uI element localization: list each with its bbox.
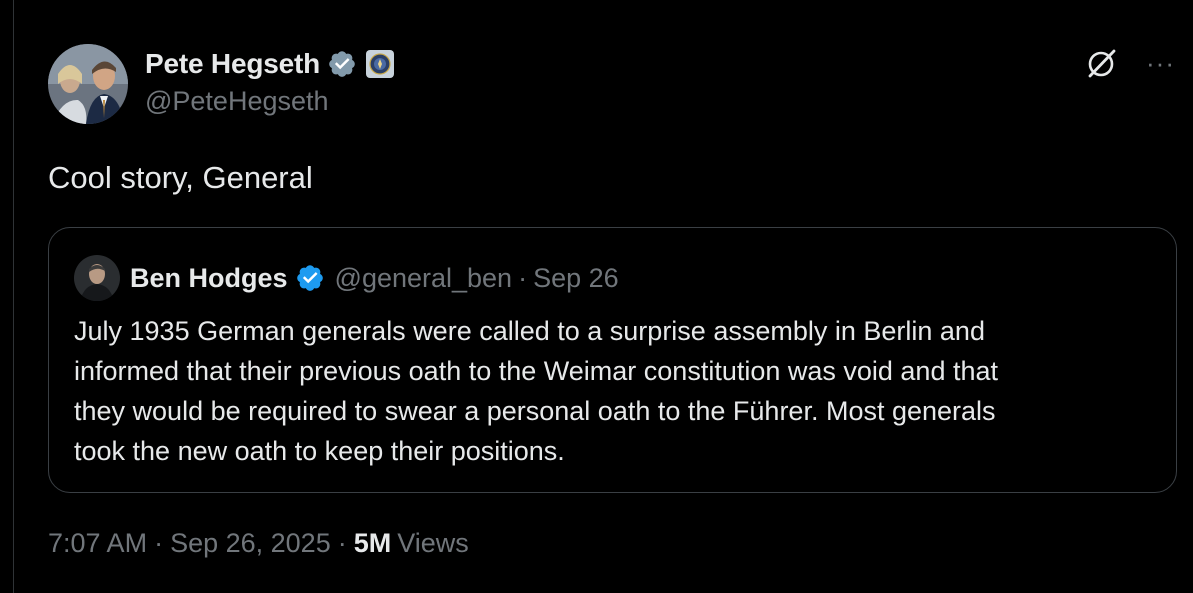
more-options-icon[interactable]: ··· (1146, 50, 1175, 76)
tweet-date[interactable]: Sep 26, 2025 (170, 528, 331, 559)
quoted-text-line: took the new oath to keep their position… (74, 436, 565, 466)
tweet-text: Cool story, General (48, 160, 313, 195)
quoted-tweet-card[interactable]: Ben Hodges @general_ben · Sep 26 July 19… (48, 227, 1177, 493)
dod-seal-icon[interactable] (366, 50, 394, 78)
meta-separator: · (337, 528, 347, 558)
views-label: Views (397, 528, 469, 558)
quoted-author-avatar[interactable] (74, 255, 120, 301)
author-handle[interactable]: @PeteHegseth (145, 86, 394, 117)
verified-badge-icon[interactable] (295, 263, 325, 293)
quoted-tweet-date[interactable]: Sep 26 (533, 263, 619, 294)
quoted-tweet-text: July 1935 German generals were called to… (74, 311, 1164, 471)
quoted-tweet-header: Ben Hodges @general_ben · Sep 26 (74, 255, 619, 301)
tweet-time[interactable]: 7:07 AM (48, 528, 147, 559)
quoted-text-line: informed that their previous oath to the… (74, 356, 998, 386)
verified-badge-icon[interactable] (327, 49, 357, 79)
tweet-top-actions: ··· (1084, 45, 1175, 81)
tweet-meta: 7:07 AM · Sep 26, 2025 · 5M Views (48, 528, 469, 559)
quoted-author-name[interactable]: Ben Hodges (130, 263, 288, 294)
author-info: Pete Hegseth @PeteHegseth (145, 44, 394, 117)
grok-icon[interactable] (1084, 45, 1120, 81)
author-name-row: Pete Hegseth (145, 44, 394, 84)
meta-separator: · (154, 528, 164, 558)
author-display-name[interactable]: Pete Hegseth (145, 48, 320, 80)
author-avatar[interactable] (48, 44, 128, 124)
timeline-left-border (13, 0, 14, 593)
views-count: 5M (353, 528, 392, 558)
quoted-separator: · (518, 262, 528, 293)
quoted-author-handle[interactable]: @general_ben (335, 263, 513, 294)
quoted-text-line: July 1935 German generals were called to… (74, 316, 985, 346)
quoted-text-line: they would be required to swear a person… (74, 396, 996, 426)
